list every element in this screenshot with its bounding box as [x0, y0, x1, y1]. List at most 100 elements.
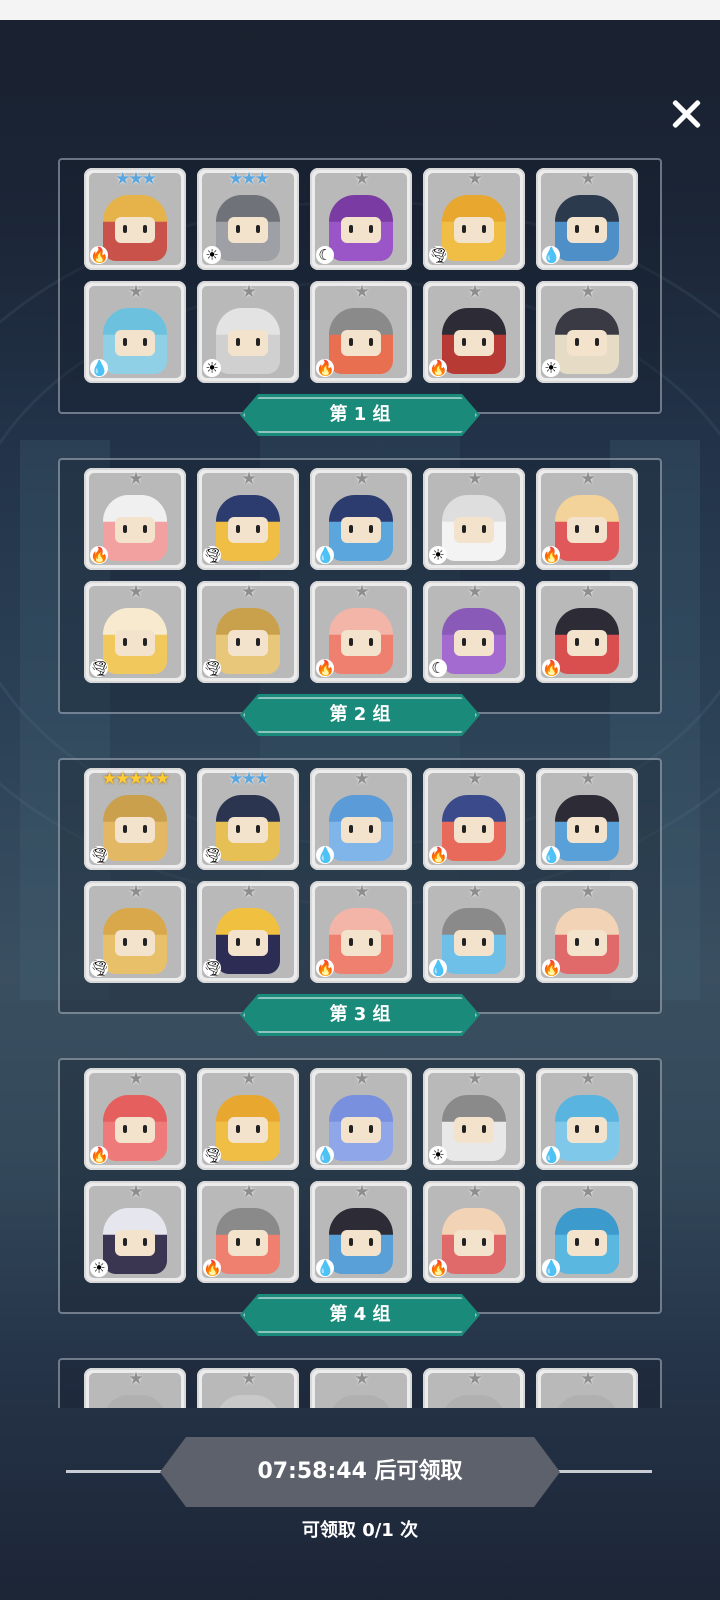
hero-card[interactable]: ★ — [423, 1368, 525, 1408]
hero-card[interactable]: ★ 💧 — [536, 768, 638, 870]
hero-group-3: ★★★★★ 🌪 ★★★ 🌪 ★ 💧 ★ 🔥 ★ 💧 ★ 🌪 ★ 🌪 ★ 🔥 ★ 💧 ★ 🔥 — [58, 758, 662, 1014]
hero-card[interactable]: ★ 💧 — [310, 1068, 412, 1170]
hero-grid: ★★★ 🔥 ★★★ ☀ ★ ☾ ★ 🌪 ★ 💧 ★ 💧 ★ ☀ ★ 🔥 ★ 🔥 ★ ☀ — [84, 168, 638, 383]
hero-eyes — [575, 1125, 599, 1133]
hero-card[interactable]: ★ ☾ — [310, 168, 412, 270]
hero-card[interactable]: ★ — [310, 1368, 412, 1408]
hero-card[interactable]: ★ 🔥 — [536, 468, 638, 570]
fire-element-icon: 🔥 — [542, 959, 561, 977]
hero-card[interactable]: ★ ☀ — [197, 281, 299, 383]
hero-eyes — [462, 1125, 486, 1133]
wind-element-icon: 🌪 — [429, 246, 449, 264]
hero-eyes — [123, 638, 147, 646]
wind-element-icon: 🌪 — [203, 546, 223, 564]
hero-card[interactable]: ★ 💧 — [423, 881, 525, 983]
hero-card[interactable]: ★ 🌪 — [197, 1068, 299, 1170]
star-rating-icon: ★ — [467, 469, 482, 489]
hero-eyes — [123, 825, 147, 833]
hero-card[interactable]: ★ 💧 — [310, 1181, 412, 1283]
hero-card[interactable]: ★ 🔥 — [84, 1068, 186, 1170]
hero-card[interactable]: ★ 💧 — [84, 281, 186, 383]
hero-card[interactable]: ★ 🌪 — [84, 881, 186, 983]
hero-card[interactable]: ★ 💧 — [310, 768, 412, 870]
hero-card[interactable]: ★ 🔥 — [310, 581, 412, 683]
star-rating-icon: ★ — [241, 469, 256, 489]
hero-card[interactable]: ★ ☀ — [423, 1068, 525, 1170]
hero-eyes — [462, 525, 486, 533]
hero-card[interactable]: ★ 🔥 — [310, 281, 412, 383]
hero-card[interactable]: ★ 💧 — [536, 1068, 638, 1170]
group-label-banner: 第 3 组 — [240, 994, 480, 1036]
hero-card[interactable]: ★ 🔥 — [536, 581, 638, 683]
hero-card[interactable]: ★ 🔥 — [197, 1181, 299, 1283]
hero-card[interactable]: ★ 🌪 — [84, 581, 186, 683]
hero-card[interactable]: ★ 🌪 — [197, 581, 299, 683]
hero-eyes — [236, 938, 260, 946]
group-label-banner: 第 1 组 — [240, 394, 480, 436]
hero-card[interactable]: ★ ☀ — [423, 468, 525, 570]
water-element-icon: 💧 — [542, 1259, 561, 1277]
wind-element-icon: 🌪 — [203, 1146, 223, 1164]
hero-group-5: ★ ★ ★ ★ ★ — [58, 1358, 662, 1408]
hero-eyes — [349, 525, 373, 533]
hero-card[interactable]: ★ 🌪 — [197, 468, 299, 570]
hero-eyes — [236, 638, 260, 646]
hero-card[interactable]: ★ 🔥 — [423, 1181, 525, 1283]
water-element-icon: 💧 — [542, 846, 561, 864]
claim-button[interactable]: 07:58:44 后可领取 — [160, 1437, 560, 1507]
hero-card[interactable]: ★ 🔥 — [423, 768, 525, 870]
light-element-icon: ☀ — [203, 246, 221, 264]
hero-card[interactable]: ★ — [84, 1368, 186, 1408]
hero-card[interactable]: ★ — [197, 1368, 299, 1408]
hero-card[interactable]: ★★★ ☀ — [197, 168, 299, 270]
hero-card[interactable]: ★ 💧 — [310, 468, 412, 570]
status-bar — [0, 0, 720, 20]
wind-element-icon: 🌪 — [90, 659, 110, 677]
close-icon[interactable] — [664, 92, 708, 136]
claim-count-label: 可领取 0/1 次 — [301, 1520, 419, 1541]
star-rating-icon: ★ — [128, 1069, 143, 1089]
hero-eyes — [349, 225, 373, 233]
star-rating-icon: ★ — [128, 882, 143, 902]
water-element-icon: 💧 — [316, 1146, 335, 1164]
hero-eyes — [123, 338, 147, 346]
hero-card[interactable]: ★ — [536, 1368, 638, 1408]
water-element-icon: 💧 — [316, 1259, 335, 1277]
wind-element-icon: 🌪 — [203, 659, 223, 677]
hero-figure — [103, 1395, 167, 1408]
hero-card[interactable]: ★ 💧 — [536, 1181, 638, 1283]
hero-card[interactable]: ★★★★★ 🌪 — [84, 768, 186, 870]
hero-card[interactable]: ★★★ 🌪 — [197, 768, 299, 870]
hero-card[interactable]: ★ 🔥 — [423, 281, 525, 383]
star-rating-icon: ★ — [467, 1182, 482, 1202]
hero-card[interactable]: ★ ☾ — [423, 581, 525, 683]
star-rating-icon: ★★★ — [228, 769, 270, 789]
light-element-icon: ☀ — [203, 359, 221, 377]
hero-card[interactable]: ★ 🌪 — [423, 168, 525, 270]
hero-card[interactable]: ★ 🌪 — [197, 881, 299, 983]
hero-card[interactable]: ★ 🔥 — [84, 468, 186, 570]
star-rating-icon: ★ — [354, 1369, 369, 1389]
hero-eyes — [123, 938, 147, 946]
group-list[interactable]: ★★★ 🔥 ★★★ ☀ ★ ☾ ★ 🌪 ★ 💧 ★ 💧 ★ ☀ ★ 🔥 ★ 🔥 ★ ☀ 第 1 组 ★ 🔥 ★ 🌪 ★ 💧 ★ ☀ ★ 🔥 ★… — [0, 150, 720, 1408]
fire-element-icon: 🔥 — [429, 846, 448, 864]
star-rating-icon: ★ — [354, 282, 369, 302]
hero-card[interactable]: ★ 💧 — [536, 168, 638, 270]
hero-eyes — [575, 225, 599, 233]
hero-card[interactable]: ★★★ 🔥 — [84, 168, 186, 270]
hero-figure — [216, 1395, 280, 1408]
hero-eyes — [349, 338, 373, 346]
hero-card[interactable]: ★ 🔥 — [310, 881, 412, 983]
light-element-icon: ☀ — [429, 546, 447, 564]
hero-card[interactable]: ★ 🔥 — [536, 881, 638, 983]
light-element-icon: ☀ — [90, 1259, 108, 1277]
hero-card[interactable]: ★ ☀ — [84, 1181, 186, 1283]
hero-eyes — [123, 225, 147, 233]
star-rating-icon: ★ — [467, 882, 482, 902]
group-label-banner: 第 4 组 — [240, 1294, 480, 1336]
dark-element-icon: ☾ — [316, 246, 334, 264]
star-rating-icon: ★ — [128, 1369, 143, 1389]
hero-card[interactable]: ★ ☀ — [536, 281, 638, 383]
star-rating-icon: ★ — [354, 582, 369, 602]
hero-eyes — [236, 525, 260, 533]
